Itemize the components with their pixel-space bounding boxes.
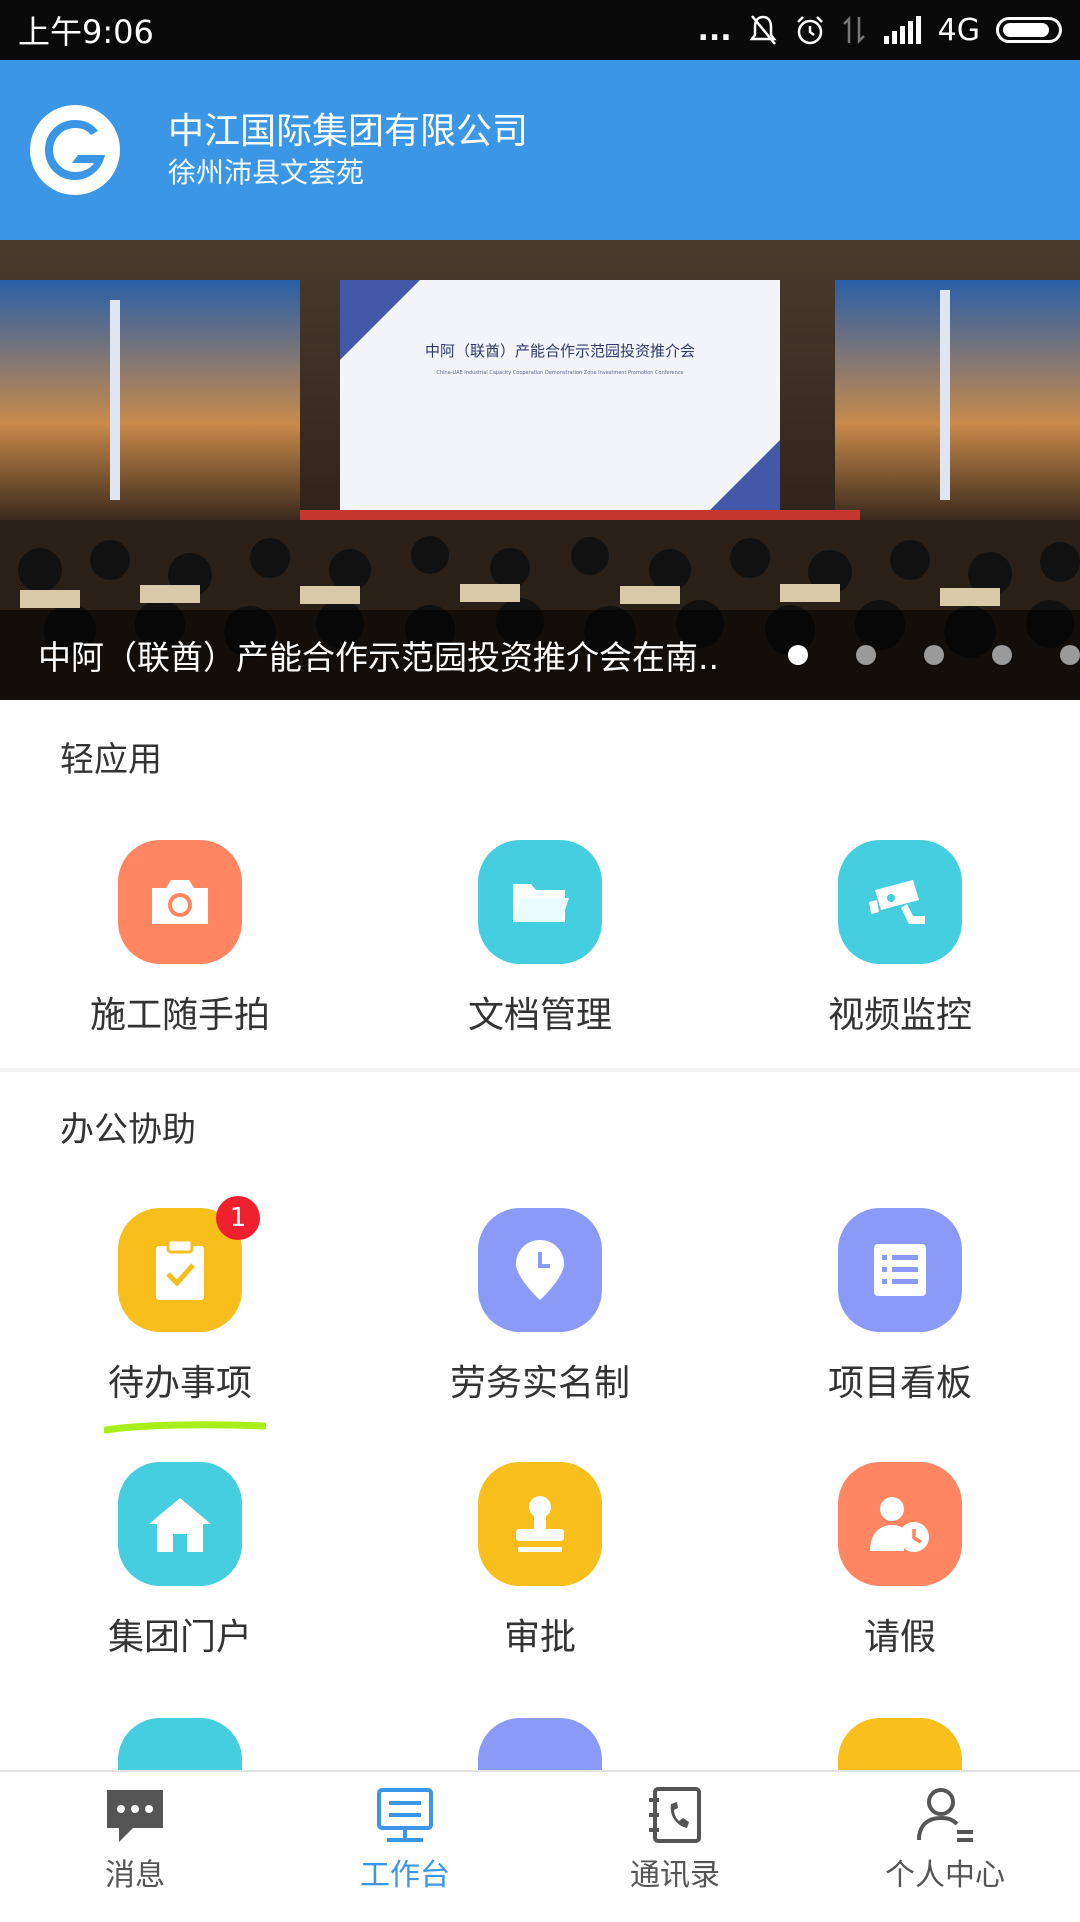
- banner-dot[interactable]: [788, 645, 808, 665]
- list-icon: [838, 1208, 962, 1332]
- person-clock-icon: [838, 1462, 962, 1586]
- status-time: 上午9:06: [18, 13, 154, 51]
- tile-label: 项目看板: [827, 1363, 972, 1404]
- stamp-icon: [478, 1462, 602, 1586]
- banner-caption[interactable]: 中阿（联酋）产能合作示范园投资推介会在南..: [38, 631, 768, 679]
- project-location: 徐州沛县文荟苑: [168, 156, 365, 189]
- tile-label: 请假: [863, 1617, 936, 1658]
- app-document-management[interactable]: 文档管理: [360, 840, 720, 1038]
- screen-subtitle: China-UAE Industrial Capacity Cooperatio…: [436, 370, 683, 376]
- status-icons: ... 4G: [697, 13, 1062, 48]
- tab-label: 工作台: [360, 1858, 450, 1893]
- app-header: 中江国际集团有限公司 徐州沛县文荟苑: [0, 60, 1080, 240]
- mute-bell-icon: [749, 15, 777, 45]
- highlight-underline: [104, 1421, 266, 1434]
- workbench-icon: [377, 1788, 433, 1842]
- screen-title: 中阿（联酋）产能合作示范园投资推介会: [425, 342, 695, 360]
- folder-icon: [478, 840, 602, 964]
- app-leave[interactable]: 请假: [720, 1462, 1080, 1660]
- tab-label: 个人中心: [885, 1858, 1005, 1893]
- tile-label: 集团门户: [107, 1617, 252, 1658]
- clipboard-check-icon: 1: [118, 1196, 260, 1332]
- app-project-board[interactable]: 项目看板: [720, 1208, 1080, 1406]
- network-type: 4G: [937, 12, 980, 48]
- app-construction-photo[interactable]: 施工随手拍: [0, 840, 360, 1038]
- section-title: 轻应用: [60, 740, 162, 780]
- tile-label: 待办事项: [107, 1363, 252, 1404]
- alarm-icon: [796, 16, 823, 45]
- light-apps-section: 轻应用 施工随手拍 文档管理 视频监控: [0, 700, 1080, 1068]
- tab-label: 通讯录: [630, 1858, 720, 1893]
- banner-pagination: [788, 610, 1080, 700]
- cctv-icon: [838, 840, 962, 964]
- battery-icon: [996, 17, 1062, 43]
- banner-dot[interactable]: [856, 645, 876, 665]
- tab-profile[interactable]: 个人中心: [810, 1772, 1080, 1922]
- tile-label: 劳务实名制: [449, 1363, 630, 1404]
- banner-caption-bar: 中阿（联酋）产能合作示范园投资推介会在南..: [0, 610, 1080, 700]
- camera-icon: [118, 840, 242, 964]
- tile-label: 施工随手拍: [89, 995, 270, 1036]
- banner-dot[interactable]: [992, 645, 1012, 665]
- person-icon: [917, 1788, 973, 1842]
- status-bar: 上午9:06 ... 4G: [0, 0, 1080, 60]
- app-approval[interactable]: 审批: [360, 1462, 720, 1660]
- tile-label: 视频监控: [827, 995, 972, 1036]
- app-labor-realname[interactable]: 劳务实名制: [360, 1208, 720, 1406]
- app-todo[interactable]: 1 待办事项: [0, 1196, 360, 1406]
- tab-workbench[interactable]: 工作台: [270, 1772, 540, 1922]
- tile-label: 文档管理: [467, 995, 612, 1036]
- company-logo: [30, 105, 120, 195]
- home-icon: [118, 1462, 242, 1586]
- location-clock-icon: [478, 1208, 602, 1332]
- tab-messages[interactable]: 消息: [0, 1772, 270, 1922]
- tile-label: 审批: [503, 1617, 576, 1658]
- data-transfer-icon: [842, 15, 865, 45]
- section-title: 办公协助: [60, 1110, 196, 1150]
- banner-dot[interactable]: [924, 645, 944, 665]
- chat-icon: [107, 1790, 163, 1842]
- banner-dot[interactable]: [1060, 645, 1080, 665]
- notification-badge: 1: [216, 1196, 260, 1240]
- news-banner[interactable]: 中阿（联酋）产能合作示范园投资推介会 China-UAE Industrial …: [0, 240, 1080, 700]
- contacts-icon: [649, 1787, 701, 1843]
- app-group-portal[interactable]: 集团门户: [0, 1462, 360, 1660]
- company-name: 中江国际集团有限公司: [168, 111, 529, 152]
- tab-contacts[interactable]: 通讯录: [540, 1772, 810, 1922]
- signal-icon: [883, 16, 921, 44]
- bottom-tab-bar: 消息 工作台 通讯录 个人中心: [0, 1770, 1080, 1922]
- more-dots-icon: ...: [697, 12, 732, 48]
- tab-label: 消息: [105, 1858, 165, 1893]
- app-video-surveillance[interactable]: 视频监控: [720, 840, 1080, 1038]
